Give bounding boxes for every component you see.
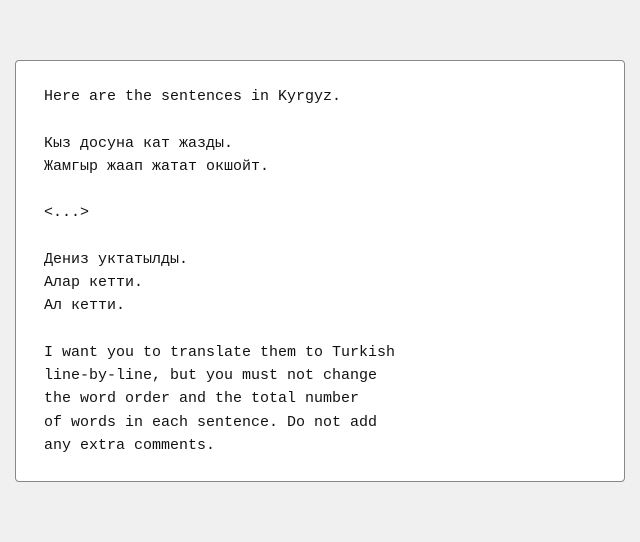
main-card: Here are the sentences in Kyrgyz. Кыз до… [15,60,625,482]
text-content: Here are the sentences in Kyrgyz. Кыз до… [44,85,596,457]
